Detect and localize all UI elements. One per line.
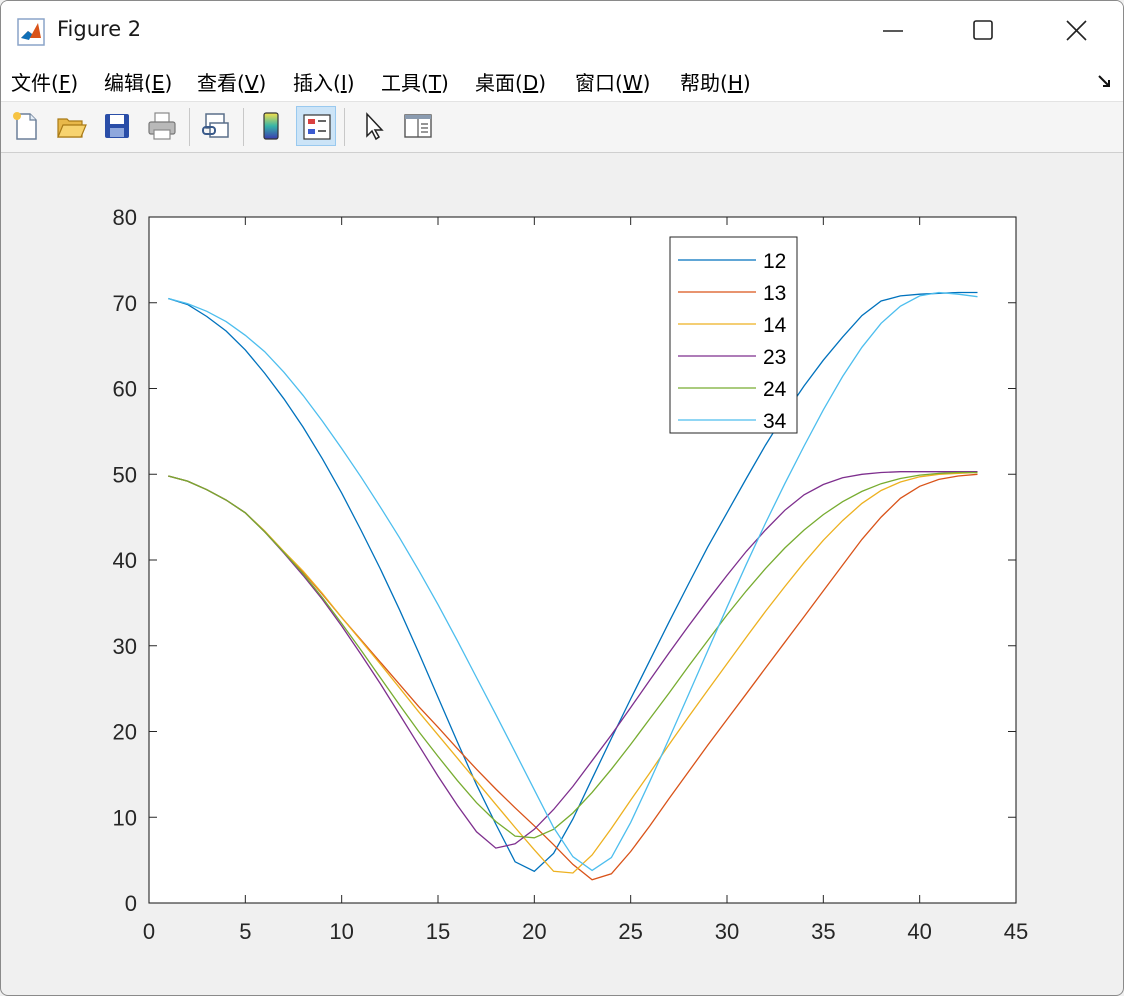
new-figure-button[interactable]: [6, 106, 46, 146]
minimize-button[interactable]: [847, 1, 939, 61]
menu-file-end: ): [70, 71, 79, 95]
save-button[interactable]: [97, 106, 137, 146]
y-tick-label: 20: [113, 720, 137, 745]
matlab-icon: [17, 18, 45, 46]
legend-label-24: 24: [763, 378, 787, 401]
toolbar-separator: [189, 108, 190, 146]
close-icon: [1066, 20, 1087, 41]
menu-insert[interactable]: 插入(I): [293, 67, 355, 96]
menu-tools-end: ): [441, 71, 449, 95]
menu-file[interactable]: 文件(F): [11, 67, 78, 96]
menu-file-label: 文件(: [11, 71, 59, 95]
legend-label-13: 13: [763, 282, 786, 305]
toolbar: [1, 102, 1123, 153]
menu-desktop[interactable]: 桌面(D): [475, 67, 546, 96]
menu-window-key: W: [622, 71, 643, 95]
link-plot-button[interactable]: [196, 106, 236, 146]
menu-bar: 文件(F) 编辑(E) 查看(V) 插入(I) 工具(T) 桌面(D) 窗口(W…: [1, 61, 1123, 102]
print-button[interactable]: [142, 106, 182, 146]
open-file-button[interactable]: [51, 106, 91, 146]
x-tick-label: 10: [329, 919, 353, 944]
window-title: Figure 2: [57, 17, 142, 41]
y-tick-label: 10: [113, 805, 137, 830]
y-tick-label: 50: [113, 462, 137, 487]
y-tick-label: 30: [113, 634, 137, 659]
property-inspector-icon: [404, 114, 432, 138]
legend-label-12: 12: [763, 250, 786, 273]
menu-tools-label: 工具(: [381, 71, 429, 95]
y-tick-label: 40: [113, 548, 137, 573]
menu-help-end: ): [742, 71, 751, 95]
y-tick-label: 0: [125, 891, 137, 916]
print-icon: [148, 112, 176, 140]
legend-label-34: 34: [763, 410, 787, 433]
pointer-icon: [366, 112, 384, 141]
insert-legend-button[interactable]: [296, 106, 336, 146]
maximize-icon: [973, 20, 993, 40]
menu-edit-key: E: [151, 71, 165, 95]
menu-window[interactable]: 窗口(W): [575, 67, 650, 96]
x-tick-label: 0: [143, 919, 155, 944]
new-figure-icon: [13, 112, 37, 140]
close-button[interactable]: [1031, 1, 1123, 61]
save-icon: [105, 114, 129, 138]
open-file-icon: [57, 118, 87, 138]
menu-help-key: H: [727, 71, 743, 95]
menu-edit-end: ): [164, 71, 173, 95]
menu-edit[interactable]: 编辑(E): [104, 67, 172, 96]
x-tick-label: 15: [426, 919, 450, 944]
menu-view-end: ): [258, 71, 267, 95]
figure-canvas[interactable]: 0 5 10 15 20 25 30 35 40 45 0 10 20 30 40 50 60 70 80 12 13 1…: [1, 153, 1123, 995]
property-inspector-button[interactable]: [398, 106, 438, 146]
x-tick-label: 5: [239, 919, 251, 944]
menu-view-key: V: [244, 71, 259, 95]
menu-help[interactable]: 帮助(H): [680, 67, 751, 96]
menu-window-label: 窗口(: [575, 71, 623, 95]
colorbar-icon: [263, 112, 279, 140]
menu-tools-key: T: [428, 71, 442, 95]
menu-window-end: ): [642, 71, 651, 95]
menu-tools[interactable]: 工具(T): [381, 67, 449, 96]
y-tick-label: 60: [113, 377, 137, 402]
x-tick-label: 45: [1004, 919, 1028, 944]
toolbar-separator: [344, 108, 345, 146]
x-tick-label: 40: [907, 919, 931, 944]
menu-help-label: 帮助(: [680, 71, 728, 95]
dock-arrow-icon[interactable]: [1097, 73, 1113, 89]
menu-edit-label: 编辑(: [104, 71, 152, 95]
x-tick-label: 25: [618, 919, 642, 944]
menu-view[interactable]: 查看(V): [197, 67, 266, 96]
figure-window: Figure 2 文件(F) 编辑(E) 查看(V) 插入(I) 工具(T) 桌…: [0, 0, 1124, 996]
line-chart[interactable]: 0 5 10 15 20 25 30 35 40 45 0 10 20 30 40 50 60 70 80 12 13 1…: [1, 153, 1123, 995]
menu-file-key: F: [58, 71, 71, 95]
insert-colorbar-button[interactable]: [251, 106, 291, 146]
link-plot-icon: [202, 113, 229, 138]
toolbar-separator: [243, 108, 244, 146]
edit-plot-button[interactable]: [353, 106, 393, 146]
menu-desktop-end: ): [538, 71, 547, 95]
x-tick-label: 20: [522, 919, 546, 944]
legend-icon: [303, 114, 331, 140]
y-tick-label: 70: [113, 291, 137, 316]
menu-insert-end: ): [346, 71, 355, 95]
menu-desktop-label: 桌面(: [475, 71, 523, 95]
x-tick-label: 30: [715, 919, 739, 944]
x-tick-label: 35: [811, 919, 835, 944]
minimize-icon: [883, 30, 903, 32]
menu-insert-label: 插入(: [293, 71, 341, 95]
menu-desktop-key: D: [522, 71, 539, 95]
menu-view-label: 查看(: [197, 71, 245, 95]
legend-label-23: 23: [763, 346, 786, 369]
maximize-button[interactable]: [937, 1, 1029, 61]
y-tick-label: 80: [113, 205, 137, 230]
legend-label-14: 14: [763, 314, 787, 337]
title-bar[interactable]: Figure 2: [1, 1, 1123, 61]
